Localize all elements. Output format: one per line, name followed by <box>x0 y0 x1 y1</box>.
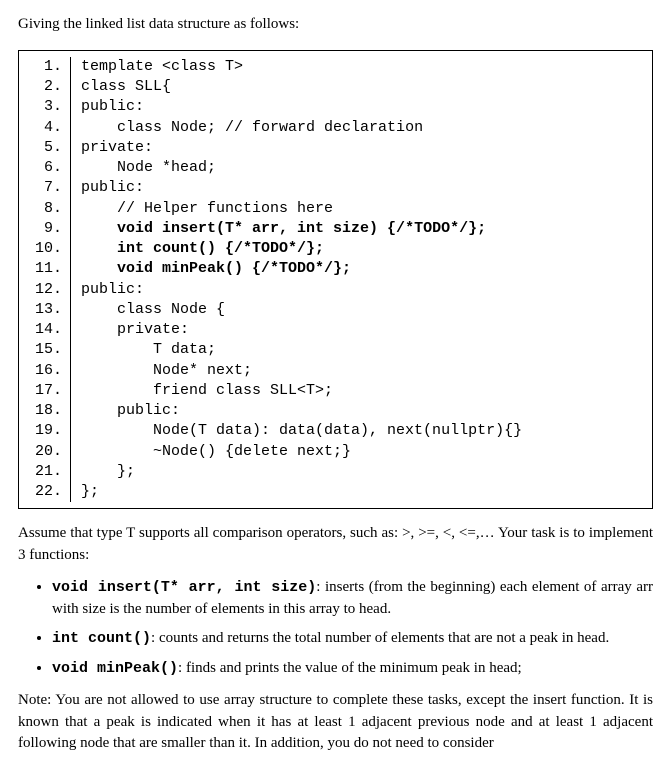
line-number: 1. <box>19 57 71 77</box>
function-signature: void minPeak() <box>52 660 178 677</box>
code-line: 4. class Node; // forward declaration <box>19 118 652 138</box>
line-number: 18. <box>19 401 71 421</box>
code-line: 17. friend class SLL<T>; <box>19 381 652 401</box>
code-text: ~Node() {delete next;} <box>71 442 351 462</box>
code-line: 11. void minPeak() {/*TODO*/}; <box>19 259 652 279</box>
intro-paragraph: Giving the linked list data structure as… <box>18 14 653 36</box>
code-line: 6. Node *head; <box>19 158 652 178</box>
code-line: 8. // Helper functions here <box>19 199 652 219</box>
code-text: }; <box>71 482 99 502</box>
code-line: 12.public: <box>19 280 652 300</box>
line-number: 17. <box>19 381 71 401</box>
code-text: Node(T data): data(data), next(nullptr){… <box>71 421 522 441</box>
line-number: 12. <box>19 280 71 300</box>
list-item: int count(): counts and returns the tota… <box>52 628 653 650</box>
code-line: 14. private: <box>19 320 652 340</box>
code-line: 2.class SLL{ <box>19 77 652 97</box>
code-text: T data; <box>71 340 216 360</box>
line-number: 2. <box>19 77 71 97</box>
code-text: public: <box>71 280 144 300</box>
line-number: 22. <box>19 482 71 502</box>
code-text: Node *head; <box>71 158 216 178</box>
function-signature: int count() <box>52 630 151 647</box>
code-text: public: <box>71 401 180 421</box>
function-signature: void insert(T* arr, int size) <box>52 579 316 596</box>
list-item: void minPeak(): finds and prints the val… <box>52 658 653 680</box>
list-item: void insert(T* arr, int size): inserts (… <box>52 577 653 621</box>
code-text: friend class SLL<T>; <box>71 381 333 401</box>
code-text: int count() {/*TODO*/}; <box>71 239 324 259</box>
code-line: 5.private: <box>19 138 652 158</box>
line-number: 11. <box>19 259 71 279</box>
code-text: Node* next; <box>71 361 252 381</box>
line-number: 10. <box>19 239 71 259</box>
code-line: 13. class Node { <box>19 300 652 320</box>
code-text: class Node { <box>71 300 225 320</box>
code-text: void minPeak() {/*TODO*/}; <box>71 259 351 279</box>
code-line: 21. }; <box>19 462 652 482</box>
line-number: 20. <box>19 442 71 462</box>
code-text: class Node; // forward declaration <box>71 118 423 138</box>
function-list: void insert(T* arr, int size): inserts (… <box>18 577 653 680</box>
line-number: 5. <box>19 138 71 158</box>
line-number: 15. <box>19 340 71 360</box>
function-description: : finds and prints the value of the mini… <box>178 660 522 676</box>
code-text: class SLL{ <box>71 77 171 97</box>
code-text: private: <box>71 320 189 340</box>
code-line: 3.public: <box>19 97 652 117</box>
code-text: void insert(T* arr, int size) {/*TODO*/}… <box>71 219 486 239</box>
line-number: 13. <box>19 300 71 320</box>
assume-paragraph: Assume that type T supports all comparis… <box>18 523 653 567</box>
line-number: 9. <box>19 219 71 239</box>
code-line: 10. int count() {/*TODO*/}; <box>19 239 652 259</box>
code-text: private: <box>71 138 153 158</box>
function-description: : counts and returns the total number of… <box>151 630 609 646</box>
code-line: 16. Node* next; <box>19 361 652 381</box>
code-line: 22.}; <box>19 482 652 502</box>
line-number: 7. <box>19 178 71 198</box>
code-line: 15. T data; <box>19 340 652 360</box>
code-text: public: <box>71 178 144 198</box>
line-number: 3. <box>19 97 71 117</box>
code-line: 18. public: <box>19 401 652 421</box>
code-text: template <class T> <box>71 57 243 77</box>
note-paragraph: Note: You are not allowed to use array s… <box>18 690 653 755</box>
line-number: 21. <box>19 462 71 482</box>
line-number: 19. <box>19 421 71 441</box>
line-number: 4. <box>19 118 71 138</box>
code-line: 1.template <class T> <box>19 57 652 77</box>
code-line: 20. ~Node() {delete next;} <box>19 442 652 462</box>
code-text: public: <box>71 97 144 117</box>
code-text: // Helper functions here <box>71 199 333 219</box>
line-number: 6. <box>19 158 71 178</box>
line-number: 16. <box>19 361 71 381</box>
code-line: 7.public: <box>19 178 652 198</box>
code-line: 9. void insert(T* arr, int size) {/*TODO… <box>19 219 652 239</box>
line-number: 14. <box>19 320 71 340</box>
code-listing: 1.template <class T>2.class SLL{3.public… <box>18 50 653 510</box>
code-text: }; <box>71 462 135 482</box>
code-line: 19. Node(T data): data(data), next(nullp… <box>19 421 652 441</box>
line-number: 8. <box>19 199 71 219</box>
